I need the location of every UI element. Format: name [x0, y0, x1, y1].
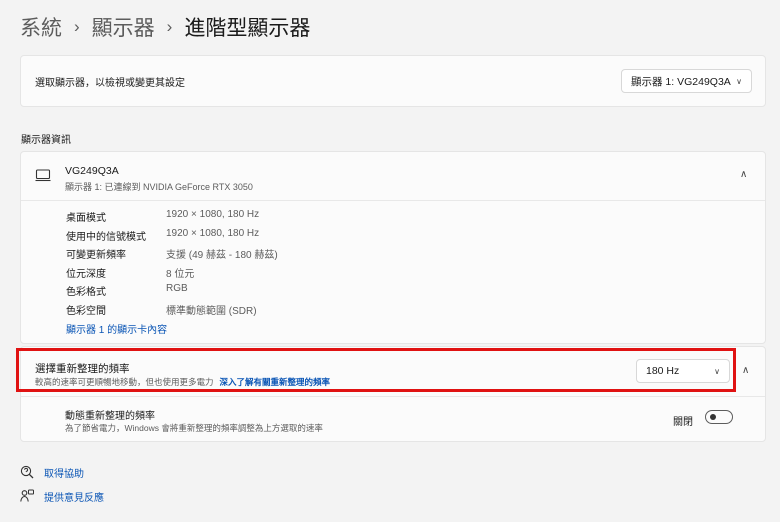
dynamic-refresh-toggle[interactable] [705, 410, 733, 424]
get-help-label: 取得協助 [44, 468, 84, 480]
section-title: 顯示器資訊 [21, 135, 71, 146]
feedback-icon [20, 489, 34, 502]
breadcrumb-system[interactable]: 系統 [20, 12, 62, 42]
breadcrumb-separator: › [166, 17, 173, 36]
chevron-up-icon[interactable]: ∧ [740, 169, 747, 180]
breadcrumb: 系統 › 顯示器 › 進階型顯示器 [20, 12, 310, 42]
info-row-key: 色彩格式 [66, 287, 106, 298]
info-row-key: 位元深度 [66, 268, 106, 280]
display-select-card: 選取顯示器，以檢視或變更其設定 顯示器 1: VG249Q3A ∨ [20, 55, 766, 107]
dynamic-refresh-description: 為了節省電力，Windows 會將重新整理的頻率調整為上方選取的速率 [65, 423, 323, 433]
breadcrumb-display[interactable]: 顯示器 [92, 12, 155, 42]
toggle-knob [710, 414, 716, 420]
info-row-value: 8 位元 [166, 268, 195, 280]
chevron-up-icon[interactable]: ∧ [742, 365, 749, 376]
display-info-header[interactable]: VG249Q3A 顯示器 1: 已連線到 NVIDIA GeForce RTX … [21, 152, 765, 201]
display-select-label: 選取顯示器，以檢視或變更其設定 [35, 78, 185, 89]
info-row-value: 支援 (49 赫茲 - 180 赫茲) [166, 250, 278, 261]
info-row-key: 可變更新頻率 [66, 250, 126, 261]
info-row-value: 1920 × 1080, 180 Hz [166, 227, 260, 239]
monitor-icon [35, 169, 51, 182]
breadcrumb-separator: › [74, 17, 80, 36]
info-row-key: 使用中的信號模式 [66, 231, 146, 243]
info-row-key: 桌面模式 [66, 213, 106, 224]
give-feedback-label: 提供意見反應 [44, 492, 104, 504]
info-row-value: 標準動態範圍 (SDR) [166, 305, 257, 317]
dynamic-refresh-title: 動態重新整理的頻率 [65, 411, 155, 422]
display-dropdown-value: 顯示器 1: VG249Q3A [631, 75, 731, 88]
page-title: 進階型顯示器 [184, 17, 311, 40]
info-row-value: 1920 × 1080, 180 Hz [166, 209, 260, 220]
chevron-down-icon: ∨ [736, 76, 742, 86]
display-connection: 顯示器 1: 已連線到 NVIDIA GeForce RTX 3050 [65, 182, 253, 192]
info-row-value: RGB [166, 283, 188, 294]
adapter-properties-link[interactable]: 顯示器 1 的顯示卡內容 [66, 321, 167, 336]
display-name: VG249Q3A [65, 165, 119, 177]
dynamic-refresh-toggle-label: 關閉 [673, 417, 693, 428]
display-dropdown[interactable]: 顯示器 1: VG249Q3A ∨ [621, 69, 752, 93]
get-help-link[interactable]: 取得協助 [20, 463, 84, 481]
highlight-box [16, 348, 736, 392]
display-info-card: VG249Q3A 顯示器 1: 已連線到 NVIDIA GeForce RTX … [20, 151, 766, 344]
give-feedback-link[interactable]: 提供意見反應 [20, 487, 104, 505]
info-row-key: 色彩空間 [66, 305, 106, 317]
help-icon [20, 465, 34, 479]
